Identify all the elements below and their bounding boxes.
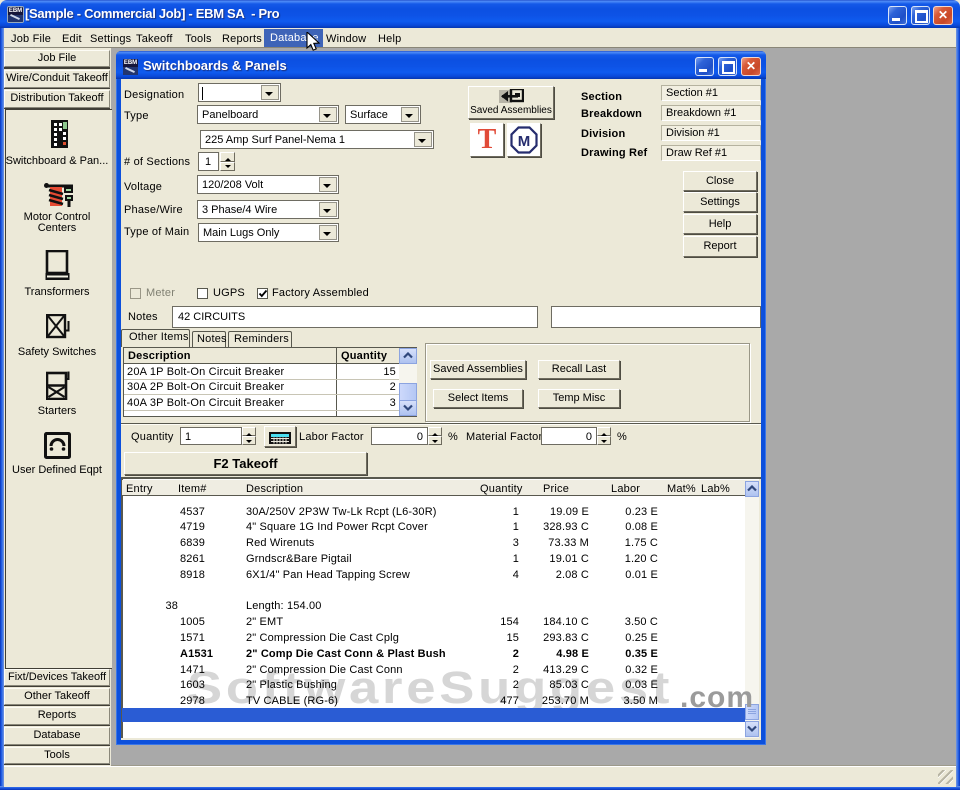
svg-text:M: M	[518, 133, 531, 150]
